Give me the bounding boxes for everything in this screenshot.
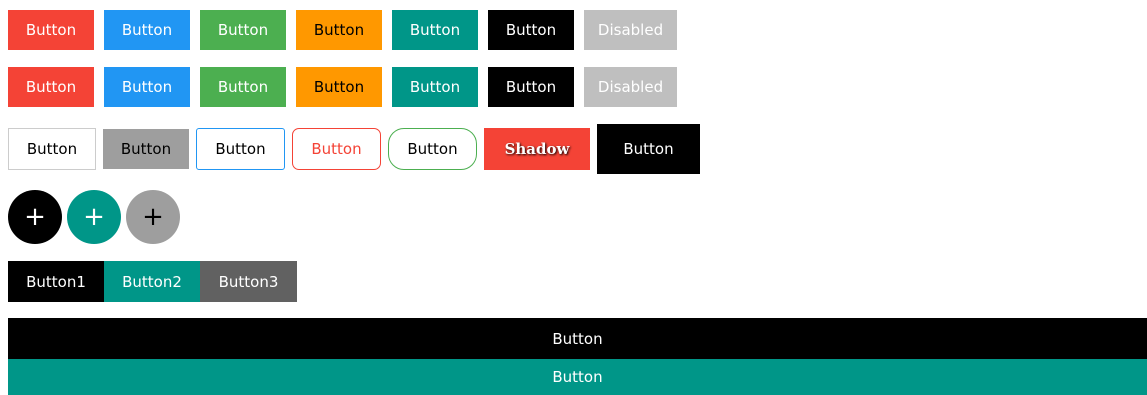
- color-buttons-row-2: Button Button Button Button Button Butto…: [8, 67, 677, 107]
- blue-button[interactable]: Button: [104, 67, 190, 107]
- orange-button[interactable]: Button: [296, 10, 382, 50]
- teal-button[interactable]: Button: [392, 67, 478, 107]
- teal-button[interactable]: Button: [392, 10, 478, 50]
- shadow-text-button[interactable]: Shadow: [484, 128, 590, 170]
- button-group: Button1 Button2 Button3: [8, 261, 297, 302]
- green-button[interactable]: Button: [200, 10, 286, 50]
- white-bordered-button[interactable]: Button: [8, 128, 96, 170]
- circle-buttons-row: + + +: [8, 190, 180, 244]
- plus-icon: +: [142, 202, 164, 232]
- full-width-teal-button[interactable]: Button: [8, 359, 1147, 395]
- red-button[interactable]: Button: [8, 67, 94, 107]
- group-button-3[interactable]: Button3: [200, 261, 297, 302]
- blue-outline-button[interactable]: Button: [196, 128, 285, 170]
- red-button[interactable]: Button: [8, 10, 94, 50]
- color-buttons-row-1: Button Button Button Button Button Butto…: [8, 10, 677, 50]
- gray-button[interactable]: Button: [103, 129, 189, 169]
- blue-button[interactable]: Button: [104, 10, 190, 50]
- styled-buttons-row: Button Button Button Button Button Shado…: [8, 124, 700, 174]
- add-circle-button-black[interactable]: +: [8, 190, 62, 244]
- plus-icon: +: [24, 202, 46, 232]
- group-button-1[interactable]: Button1: [8, 261, 104, 302]
- large-black-button[interactable]: Button: [597, 124, 700, 174]
- black-button[interactable]: Button: [488, 10, 574, 50]
- plus-icon: +: [83, 202, 105, 232]
- full-width-black-button[interactable]: Button: [8, 318, 1147, 359]
- red-outline-rounded-button[interactable]: Button: [292, 128, 381, 170]
- disabled-button: Disabled: [584, 67, 677, 107]
- button-showcase-page: Button Button Button Button Button Butto…: [0, 0, 1147, 395]
- add-circle-button-teal[interactable]: +: [67, 190, 121, 244]
- black-button[interactable]: Button: [488, 67, 574, 107]
- orange-button[interactable]: Button: [296, 67, 382, 107]
- group-button-2[interactable]: Button2: [104, 261, 200, 302]
- green-button[interactable]: Button: [200, 67, 286, 107]
- add-circle-button-gray[interactable]: +: [126, 190, 180, 244]
- disabled-button: Disabled: [584, 10, 677, 50]
- green-outline-pill-button[interactable]: Button: [388, 128, 477, 170]
